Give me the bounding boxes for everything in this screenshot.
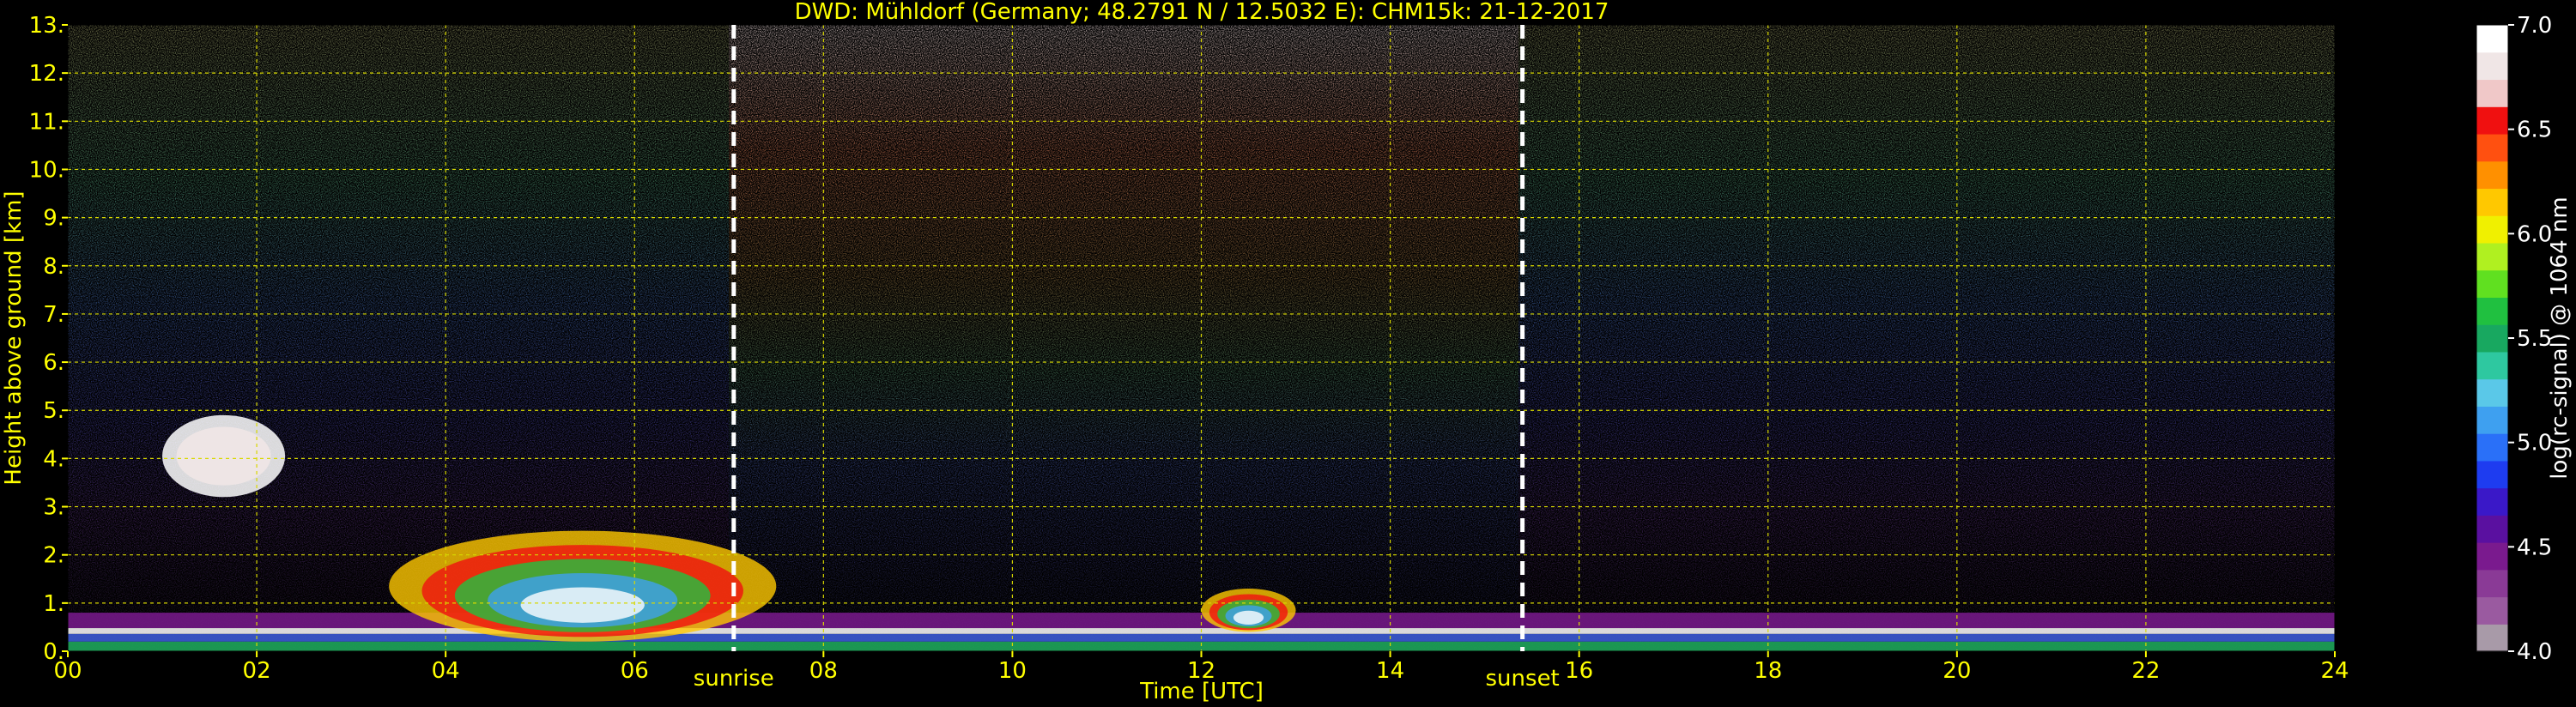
colorbar-label: log(rc-signal) @ 1064 nm — [2547, 196, 2573, 479]
colorbar-segment — [2476, 460, 2508, 489]
colorbar-segment — [2476, 297, 2508, 325]
y-tick-label: 3. — [43, 495, 64, 521]
y-tick-label: 7. — [43, 302, 64, 328]
x-tick-label: 20 — [1943, 658, 1971, 684]
colorbar-tick-label: 6.5 — [2517, 118, 2552, 143]
y-tick-label: 1. — [43, 591, 64, 617]
x-tick-label: 24 — [2320, 658, 2349, 684]
colorbar-segment — [2476, 215, 2508, 244]
y-tick-label: 10. — [29, 157, 64, 183]
y-tick-label: 11. — [29, 109, 64, 135]
colorbar-segment — [2476, 242, 2508, 271]
y-tick-label: 13. — [29, 13, 64, 39]
colorbar-segment — [2476, 160, 2508, 190]
colorbar-segment — [2476, 378, 2508, 407]
y-axis-label: Height above ground [km] — [1, 190, 27, 485]
x-tick-label: 16 — [1565, 658, 1593, 684]
colorbar-tick-label: 4.5 — [2517, 535, 2552, 560]
colorbar-tick-label: 4.0 — [2517, 639, 2552, 665]
low-cloud-layer — [520, 587, 645, 623]
x-tick-label: 08 — [809, 658, 838, 684]
x-tick-label: 02 — [243, 658, 271, 684]
boundary-layer-band — [68, 613, 2335, 629]
plot-area: sunrise sunset — [67, 24, 2336, 692]
chart-title: DWD: Mühldorf (Germany; 48.2791 N / 12.5… — [795, 0, 1609, 25]
x-tick-label: 06 — [621, 658, 649, 684]
y-tick-label: 0. — [43, 639, 64, 665]
x-tick-label: 22 — [2131, 658, 2160, 684]
colorbar-segment — [2476, 133, 2508, 162]
x-tick-label: 14 — [1376, 658, 1404, 684]
colorbar-segment — [2476, 25, 2508, 53]
colorbar-tick-label: 7.0 — [2517, 13, 2552, 39]
ceilometer-chart: sunrise sunset 00 02 04 06 08 10 12 14 16 18 20 22 24… — [0, 0, 2576, 707]
colorbar-segment — [2476, 51, 2508, 81]
y-tick-label: 12. — [29, 61, 64, 87]
colorbar-segment — [2476, 324, 2508, 353]
colorbar-segment — [2476, 569, 2508, 598]
sunset-label: sunset — [1486, 666, 1560, 692]
colorbar-segment — [2476, 351, 2508, 380]
y-tick-label: 8. — [43, 254, 64, 280]
y-tick-label: 4. — [43, 446, 64, 472]
x-axis-label: Time [UTC] — [1139, 679, 1264, 704]
colorbar-segment — [2476, 79, 2508, 107]
colorbar-segment — [2476, 433, 2508, 462]
colorbar-segment — [2476, 596, 2508, 625]
colorbar-segment — [2476, 542, 2508, 571]
colorbar-segment — [2476, 515, 2508, 543]
x-tick-label: 18 — [1754, 658, 1782, 684]
y-tick-label: 2. — [43, 543, 64, 569]
y-tick-label: 5. — [43, 398, 64, 424]
colorbar-segment — [2476, 188, 2508, 216]
colorbar-segment — [2476, 406, 2508, 434]
colorbar-segment — [2476, 106, 2508, 135]
x-tick-label: 10 — [998, 658, 1027, 684]
y-tick-label: 9. — [43, 206, 64, 232]
sunrise-label: sunrise — [694, 666, 774, 692]
cloud-core — [176, 426, 271, 486]
colorbar-segment — [2476, 487, 2508, 516]
colorbar — [2476, 24, 2509, 652]
colorbar-segment — [2476, 624, 2508, 652]
x-tick-label: 04 — [432, 658, 460, 684]
low-cloud-layer — [1233, 610, 1264, 625]
colorbar-segment — [2476, 269, 2508, 298]
y-tick-label: 6. — [43, 350, 64, 376]
